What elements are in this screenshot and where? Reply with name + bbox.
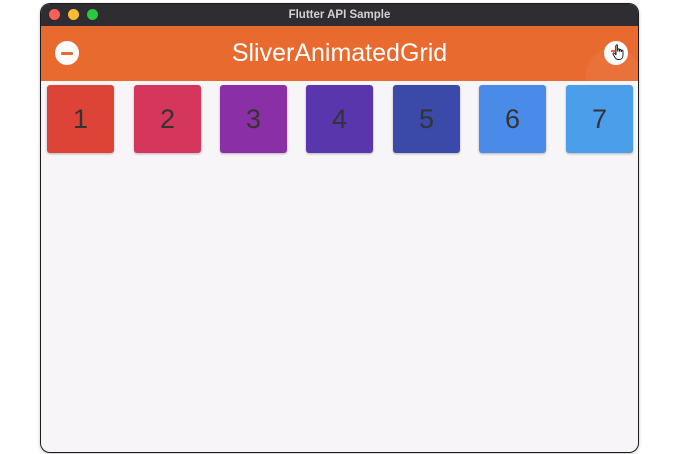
page-title: SliverAnimatedGrid bbox=[231, 39, 448, 67]
app-window: Flutter API Sample SliverAnimatedGrid 1 … bbox=[41, 4, 638, 452]
add-item-button[interactable] bbox=[604, 41, 628, 65]
window-title: Flutter API Sample bbox=[288, 9, 391, 21]
grid-item-6[interactable]: 6 bbox=[479, 85, 546, 153]
close-window-button[interactable] bbox=[49, 9, 60, 20]
app-bar: SliverAnimatedGrid bbox=[41, 26, 638, 103]
grid-item-4[interactable]: 4 bbox=[306, 85, 373, 153]
grid-item-1[interactable]: 1 bbox=[47, 85, 114, 153]
remove-circle-icon bbox=[61, 51, 73, 55]
grid-item-label: 4 bbox=[331, 103, 348, 134]
grid-item-5[interactable]: 5 bbox=[393, 85, 460, 153]
grid-item-label: 6 bbox=[504, 103, 521, 134]
grid-item-3[interactable]: 3 bbox=[220, 85, 287, 153]
grid-item-label: 3 bbox=[245, 103, 262, 134]
maximize-window-button[interactable] bbox=[87, 9, 98, 20]
window-titlebar: Flutter API Sample bbox=[41, 4, 638, 26]
remove-item-button[interactable] bbox=[55, 41, 79, 65]
grid-item-2[interactable]: 2 bbox=[134, 85, 201, 153]
grid-item-label: 5 bbox=[418, 103, 435, 134]
minimize-window-button[interactable] bbox=[68, 9, 79, 20]
grid-item-label: 7 bbox=[591, 103, 608, 134]
grid-item-label: 2 bbox=[159, 103, 176, 134]
hand-cursor-icon bbox=[612, 44, 625, 66]
grid-item-label: 1 bbox=[72, 103, 89, 134]
grid-item-7[interactable]: 7 bbox=[566, 85, 633, 153]
